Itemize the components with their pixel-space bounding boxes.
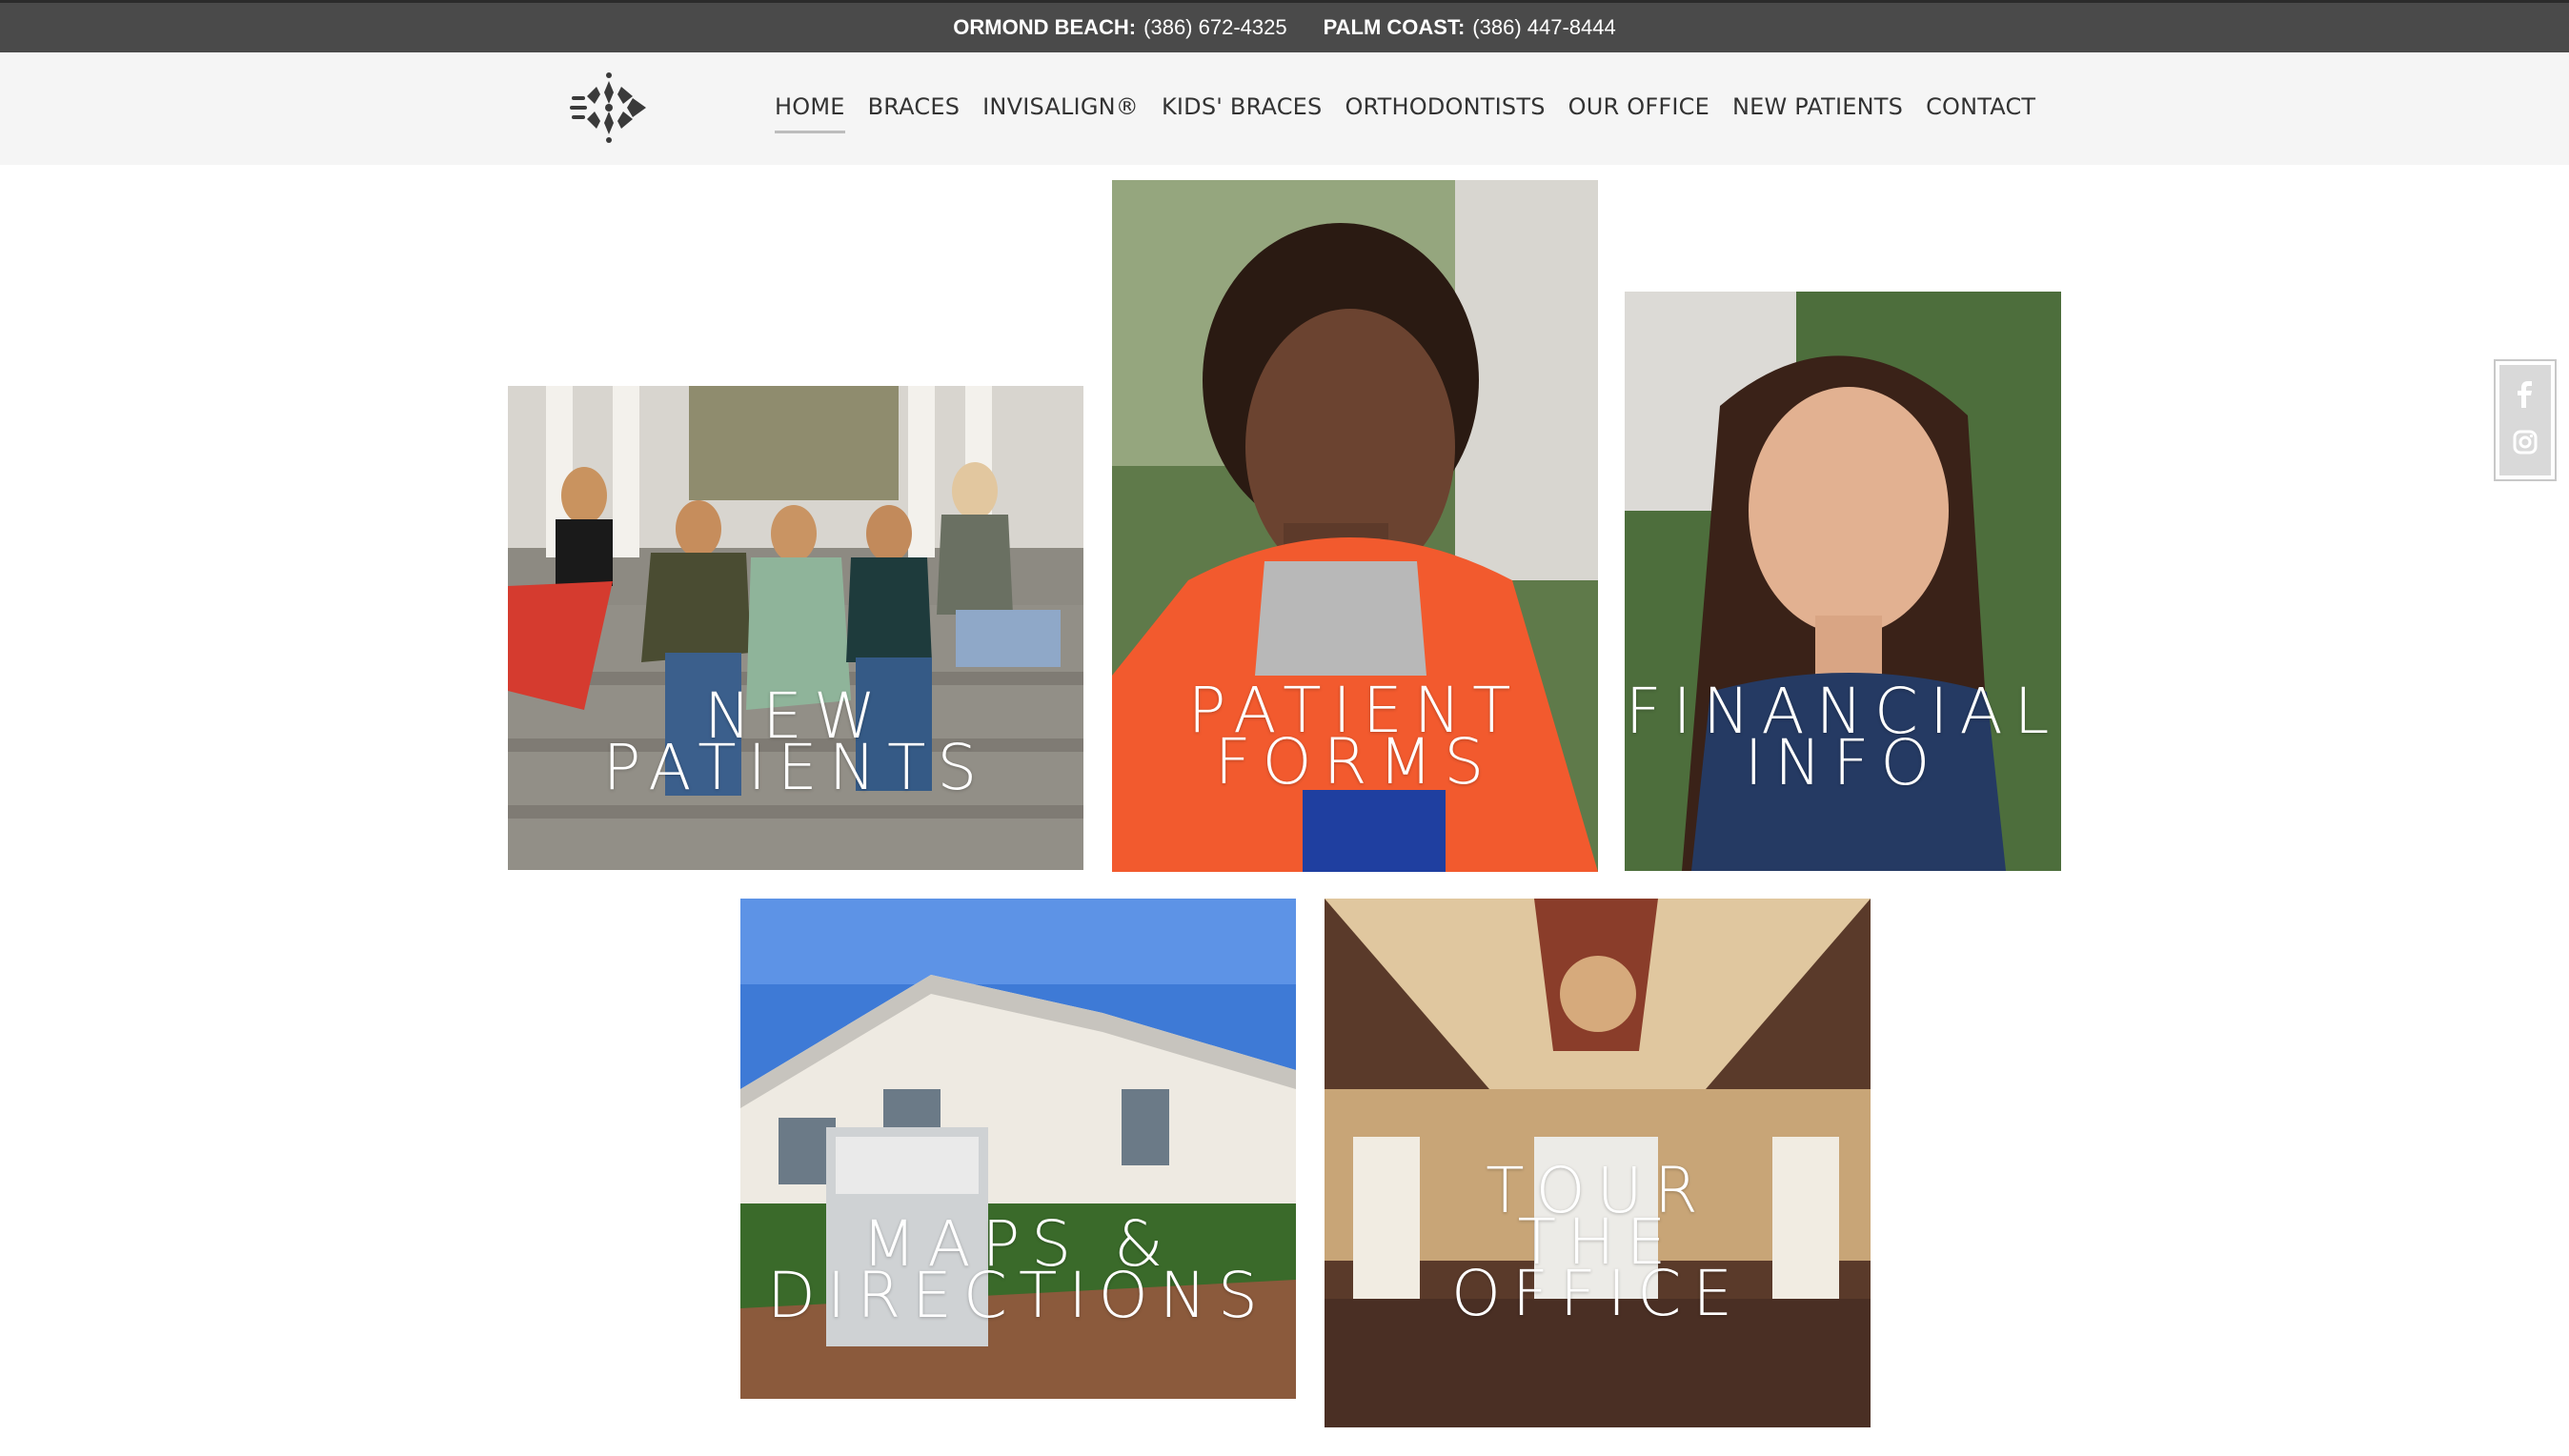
nav-contact[interactable]: CONTACT [1926, 93, 2035, 124]
nav-new-patients[interactable]: NEW PATIENTS [1732, 93, 1903, 124]
phone-link[interactable]: (386) 672-4325 [1143, 15, 1286, 40]
tile-maps-directions[interactable]: MAPS & DIRECTIONS [740, 899, 1296, 1399]
tile-patient-forms[interactable]: PATIENT FORMS [1112, 180, 1598, 872]
tile-label: PATIENT FORMS [1187, 674, 1523, 799]
tile-label: NEW PATIENTS [602, 679, 989, 804]
leaf-tooth-logo-icon[interactable] [566, 68, 652, 148]
nav-braces[interactable]: BRACES [868, 93, 961, 124]
location-name: ORMOND BEACH: [953, 15, 1137, 39]
instagram-icon[interactable] [2513, 430, 2538, 459]
social-sidebar [2494, 359, 2557, 481]
tile-tour-office[interactable]: TOUR THE OFFICE [1325, 899, 1871, 1427]
tile-financial-info[interactable]: FINANCIAL INFO [1625, 292, 2061, 871]
main-header: HOME BRACES INVISALIGN® KIDS' BRACES ORT… [0, 52, 2569, 165]
nav-our-office[interactable]: OUR OFFICE [1568, 93, 1709, 124]
nav-invisalign[interactable]: INVISALIGN® [982, 93, 1139, 124]
nav-kids-braces[interactable]: KIDS' BRACES [1162, 93, 1322, 124]
location-palm-coast: PALM COAST: (386) 447-8444 [1324, 15, 1616, 40]
tile-new-patients[interactable]: NEW PATIENTS [508, 386, 1083, 870]
nav-orthodontists[interactable]: ORTHODONTISTS [1345, 93, 1545, 124]
location-name: PALM COAST: [1323, 15, 1466, 39]
tile-label: TOUR THE OFFICE [1450, 1154, 1745, 1330]
tile-label: MAPS & DIRECTIONS [767, 1207, 1269, 1332]
nav-home[interactable]: HOME [775, 93, 845, 133]
tile-label: FINANCIAL INFO [1625, 675, 2061, 799]
top-contact-bar: ORMOND BEACH: (386) 672-4325 PALM COAST:… [0, 0, 2569, 52]
facebook-icon[interactable] [2517, 381, 2534, 413]
phone-link[interactable]: (386) 447-8444 [1472, 15, 1615, 40]
main-nav: HOME BRACES INVISALIGN® KIDS' BRACES ORT… [775, 52, 2035, 165]
location-ormond: ORMOND BEACH: (386) 672-4325 [953, 15, 1286, 40]
